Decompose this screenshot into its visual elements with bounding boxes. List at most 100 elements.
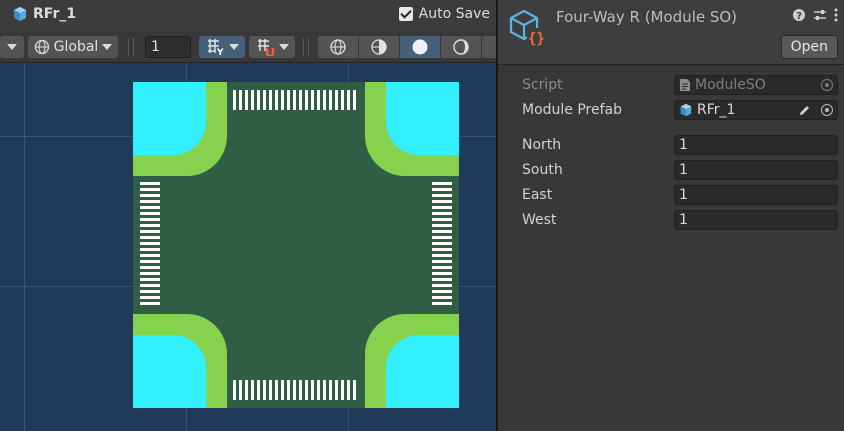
help-icon[interactable]: ? <box>792 8 806 22</box>
crosswalk-stripe <box>263 90 266 110</box>
crosswalk-stripe <box>311 90 314 110</box>
chevron-down-icon <box>279 44 289 50</box>
autosave-checkbox[interactable] <box>398 7 413 21</box>
crosswalk-stripe <box>432 218 452 221</box>
chevron-down-icon <box>102 44 113 50</box>
crosswalk-north <box>233 90 356 110</box>
south-row: South 1 <box>522 159 840 181</box>
crosswalk-stripe <box>140 230 160 233</box>
west-input[interactable]: 1 <box>674 210 838 230</box>
crosswalk-stripe <box>432 212 452 215</box>
crosswalk-stripe <box>281 90 284 110</box>
grid-snap-toggle[interactable]: Y <box>199 36 245 58</box>
crosswalk-east <box>432 182 452 305</box>
crosswalk-stripe <box>299 380 302 400</box>
crosswalk-stripe <box>432 248 452 251</box>
crosswalk-stripe <box>239 380 242 400</box>
crosswalk-stripe <box>341 90 344 110</box>
prefab-breadcrumb[interactable]: RFr_1 <box>12 6 76 22</box>
crosswalk-stripe <box>140 218 160 221</box>
crosswalk-stripe <box>317 90 320 110</box>
more-options-icon[interactable] <box>834 8 838 22</box>
west-row: West 1 <box>522 209 840 231</box>
module-prefab-value: RFr_1 <box>697 102 736 118</box>
north-row: North 1 <box>522 134 840 156</box>
crosswalk-stripe <box>269 90 272 110</box>
crosswalk-stripe <box>287 380 290 400</box>
crosswalk-stripe <box>432 194 452 197</box>
more-tools-button[interactable] <box>482 36 496 58</box>
scene-titlebar: RFr_1 Auto Save <box>0 0 496 32</box>
crosswalk-stripe <box>317 380 320 400</box>
presets-icon[interactable] <box>813 8 827 22</box>
chevron-down-icon <box>229 44 239 50</box>
crosswalk-stripe <box>239 90 242 110</box>
unlit-sphere-icon <box>453 39 469 55</box>
prefab-icon <box>14 7 26 21</box>
increment-snap-toggle[interactable] <box>249 36 295 58</box>
crosswalk-stripe <box>257 380 260 400</box>
unlit-button[interactable] <box>441 36 481 58</box>
east-row: East 1 <box>522 184 840 206</box>
toolbar-divider <box>303 38 304 56</box>
crosswalk-stripe <box>140 284 160 287</box>
south-input[interactable]: 1 <box>674 160 838 180</box>
crosswalk-stripe <box>140 290 160 293</box>
open-button[interactable]: Open <box>780 35 838 59</box>
object-picker-icon <box>821 79 833 91</box>
wireframe-shading-button[interactable] <box>318 36 358 58</box>
tool-dropdown[interactable] <box>0 36 24 58</box>
crosswalk-stripe <box>140 254 160 257</box>
crosswalk-stripe <box>140 224 160 227</box>
crosswalk-stripe <box>432 266 452 269</box>
magnet-grid-icon <box>258 39 275 56</box>
crosswalk-stripe <box>329 90 332 110</box>
north-input[interactable]: 1 <box>674 135 838 155</box>
crosswalk-stripe <box>287 90 290 110</box>
prefab-title: RFr_1 <box>33 6 77 22</box>
crosswalk-stripe <box>432 284 452 287</box>
crosswalk-stripe <box>432 290 452 293</box>
grid-size-input[interactable]: 1 <box>145 36 191 58</box>
wireframe-sphere-icon <box>330 39 346 55</box>
crosswalk-stripe <box>432 272 452 275</box>
script-row: Script ModuleSO <box>522 74 840 96</box>
crosswalk-stripe <box>275 90 278 110</box>
inspector-panel: {} Four-Way R (Module SO) ? Open Script <box>496 0 844 431</box>
shaded-button[interactable] <box>400 36 440 58</box>
svg-text:Y: Y <box>216 48 224 56</box>
crosswalk-stripe <box>305 380 308 400</box>
crosswalk-stripe <box>432 206 452 209</box>
scene-viewport[interactable] <box>0 63 496 431</box>
crosswalk-stripe <box>293 380 296 400</box>
shaded-wireframe-button[interactable] <box>359 36 399 58</box>
crosswalk-stripe <box>275 380 278 400</box>
crosswalk-stripe <box>432 302 452 305</box>
crosswalk-stripe <box>140 188 160 191</box>
crosswalk-stripe <box>140 248 160 251</box>
crosswalk-stripe <box>341 380 344 400</box>
module-prefab-field[interactable]: RFr_1 <box>674 100 838 120</box>
corner-island-top-left <box>133 82 227 176</box>
crosswalk-stripe <box>140 278 160 281</box>
autosave-toggle[interactable]: Auto Save <box>398 6 490 22</box>
edit-pencil-icon[interactable] <box>798 104 811 117</box>
crosswalk-stripe <box>263 380 266 400</box>
module-prefab-row: Module Prefab RFr_1 <box>522 99 840 121</box>
crosswalk-stripe <box>329 380 332 400</box>
pivot-rotation-dropdown[interactable]: Global <box>28 36 118 58</box>
module-prefab-label: Module Prefab <box>522 102 623 118</box>
crosswalk-stripe <box>269 380 272 400</box>
crosswalk-stripe <box>140 236 160 239</box>
crosswalk-stripe <box>432 254 452 257</box>
script-value: ModuleSO <box>695 77 766 93</box>
crosswalk-stripe <box>251 380 254 400</box>
east-input[interactable]: 1 <box>674 185 838 205</box>
grid-size-value: 1 <box>151 39 160 55</box>
crosswalk-stripe <box>140 296 160 299</box>
north-label: North <box>522 137 562 153</box>
object-picker-icon[interactable] <box>821 104 833 116</box>
crosswalk-stripe <box>335 380 338 400</box>
header-tools: ? <box>792 8 838 22</box>
crosswalk-stripe <box>432 230 452 233</box>
